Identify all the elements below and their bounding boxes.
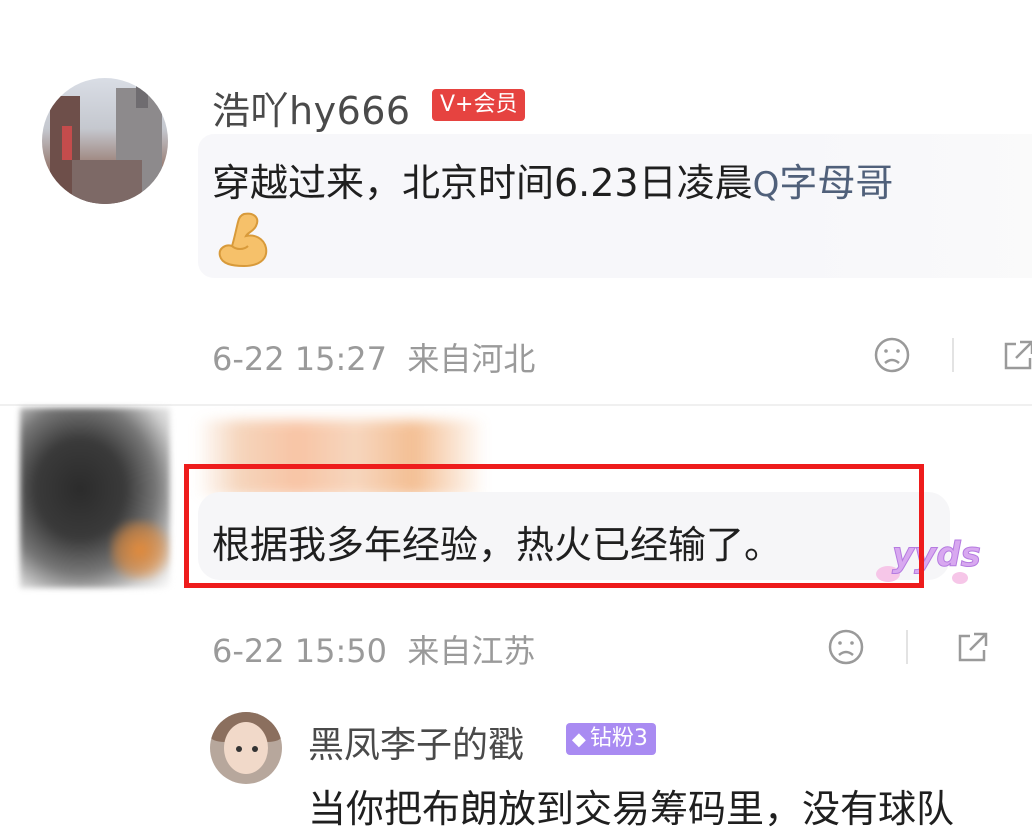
username[interactable]: 浩吖hy666 — [212, 80, 411, 135]
divider — [906, 630, 908, 664]
reply-username[interactable]: 黑凤李子的戳 — [308, 716, 524, 768]
reply-avatar[interactable] — [210, 712, 282, 784]
comment-meta: 6-22 15:50 来自江苏 — [212, 626, 535, 672]
flexed-biceps-icon — [218, 212, 268, 268]
comment-location: 来自江苏 — [407, 632, 536, 670]
fan-badge-label: 钻粉3 — [589, 726, 648, 751]
avatar[interactable] — [42, 78, 168, 204]
dislike-icon[interactable] — [826, 627, 866, 667]
vip-badge[interactable]: V+会员 — [432, 89, 526, 121]
comment-meta: 6-22 15:27 来自河北 — [212, 334, 535, 380]
reply-text: 当你把布朗放到交易筹码里，没有球队 — [308, 787, 955, 831]
highlight-box — [184, 464, 924, 588]
comment-time: 6-22 15:27 — [212, 340, 388, 378]
dislike-icon[interactable] — [872, 335, 912, 375]
comment-body: 穿越过来，北京时间6.23日凌晨 — [212, 161, 753, 205]
blurred-avatar-accent — [110, 520, 170, 580]
share-icon[interactable] — [998, 336, 1032, 376]
topic-label: 字母哥 — [779, 161, 894, 205]
separator — [0, 404, 1032, 406]
comment-text: 穿越过来，北京时间6.23日凌晨Q字母哥 — [212, 152, 893, 207]
comment-location: 来自河北 — [407, 340, 536, 378]
fan-badge[interactable]: ◆ 钻粉3 — [566, 723, 656, 755]
diamond-icon: ◆ — [572, 729, 586, 750]
search-icon: Q — [752, 165, 780, 205]
share-icon[interactable] — [952, 628, 992, 668]
comment-time: 6-22 15:50 — [212, 632, 388, 670]
topic-link[interactable]: Q字母哥 — [753, 161, 894, 205]
divider — [952, 338, 954, 372]
